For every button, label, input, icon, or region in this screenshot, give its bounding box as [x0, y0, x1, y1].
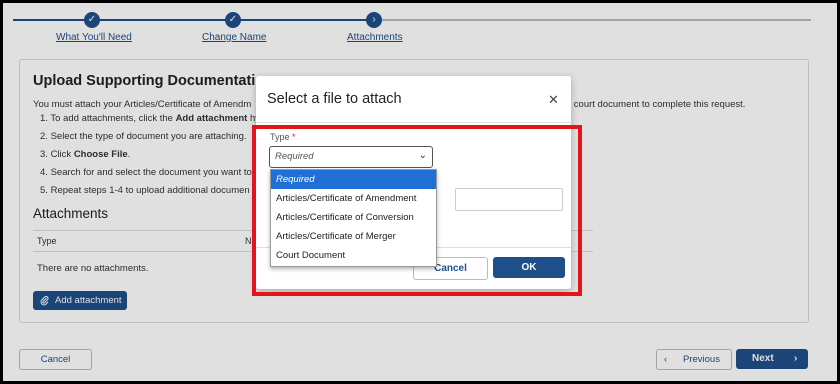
dropdown-option-conversion[interactable]: Articles/Certificate of Conversion — [271, 208, 436, 227]
dropdown-option-merger[interactable]: Articles/Certificate of Merger — [271, 227, 436, 246]
dropdown-option-court-document[interactable]: Court Document — [271, 246, 436, 265]
close-icon[interactable]: ✕ — [548, 92, 559, 108]
type-select[interactable]: Required ⌄ — [269, 146, 433, 168]
required-marker: * — [292, 132, 296, 142]
attach-file-dialog: Select a file to attach ✕ Type * Require… — [256, 76, 571, 289]
dropdown-option-amendment[interactable]: Articles/Certificate of Amendment — [271, 189, 436, 208]
dialog-title: Select a file to attach — [267, 91, 402, 107]
dropdown-option-required[interactable]: Required — [271, 170, 436, 189]
file-input-field[interactable] — [455, 188, 563, 211]
dialog-header-divider — [256, 122, 571, 123]
type-field-label: Type * — [270, 132, 296, 142]
chevron-down-icon: ⌄ — [418, 150, 427, 161]
type-dropdown-list: Required Articles/Certificate of Amendme… — [270, 169, 437, 267]
dialog-ok-button[interactable]: OK — [493, 257, 565, 278]
page: ✓ What You'll Need ✓ Change Name › Attac… — [3, 3, 837, 381]
type-select-value: Required — [275, 151, 314, 162]
